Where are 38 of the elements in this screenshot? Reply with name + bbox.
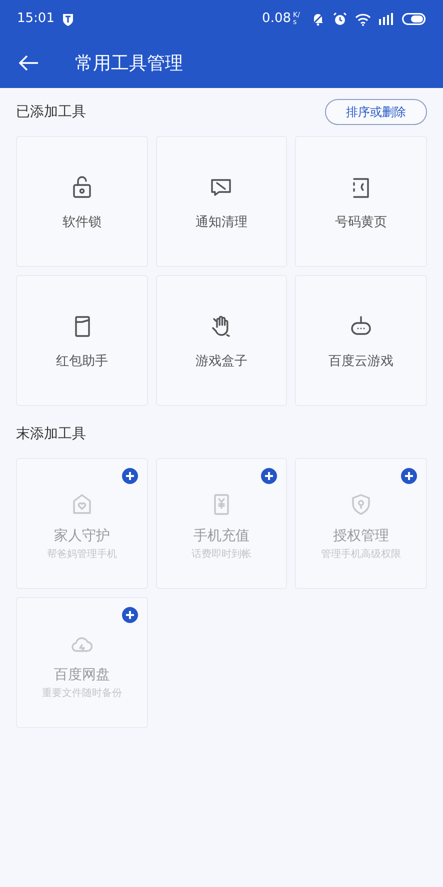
tool-card[interactable]: 百度云游戏 [295,275,427,406]
tool-name: 百度网盘 [54,667,110,683]
cloud-game-icon [349,314,374,338]
tool-card[interactable]: 号码黄页 [295,136,427,267]
network-speed: 0.08 [262,10,291,28]
add-icon[interactable] [401,468,417,484]
status-time: 15:01 [17,10,54,28]
tool-name: 家人守护 [54,528,110,544]
section-title: 已添加工具 [16,102,86,122]
add-icon[interactable] [122,468,138,484]
tool-name: 通知清理 [195,214,248,232]
sort-or-delete-button[interactable]: 排序或删除 [325,99,427,125]
screen-title: 常用工具管理 [75,52,183,76]
tool-description: 重要文件随时备份 [42,686,122,701]
tool-description: 帮爸妈管理手机 [46,548,117,562]
tool-name: 游戏盒子 [195,353,248,371]
tool-description: 管理手机高级权限 [321,548,402,562]
tool-name: 授权管理 [333,528,390,544]
section-title: 末添加工具 [16,424,86,444]
shield-icon [62,12,74,26]
tool-description: 话费即时到帐 [191,548,252,562]
signal-icon [379,13,393,25]
tool-card[interactable]: 红包助手 [16,275,148,406]
wifi-icon [355,12,371,26]
alarm-icon [333,12,347,26]
tool-name: 软件锁 [62,214,102,232]
tool-card[interactable]: 通知清理 [156,136,288,267]
tool-name: 红包助手 [56,353,108,371]
add-icon[interactable] [261,468,278,484]
bell-muted-icon [311,12,325,26]
battery-icon [402,13,426,25]
tool-name: 号码黄页 [335,214,388,232]
tool-name: 百度云游戏 [328,353,394,371]
add-icon[interactable] [122,607,138,623]
tool-card[interactable]: 游戏盒子 [156,275,288,406]
tool-card[interactable]: 软件锁 [16,136,148,267]
tool-name: 手机充值 [193,528,250,544]
back-arrow-icon [19,55,39,71]
